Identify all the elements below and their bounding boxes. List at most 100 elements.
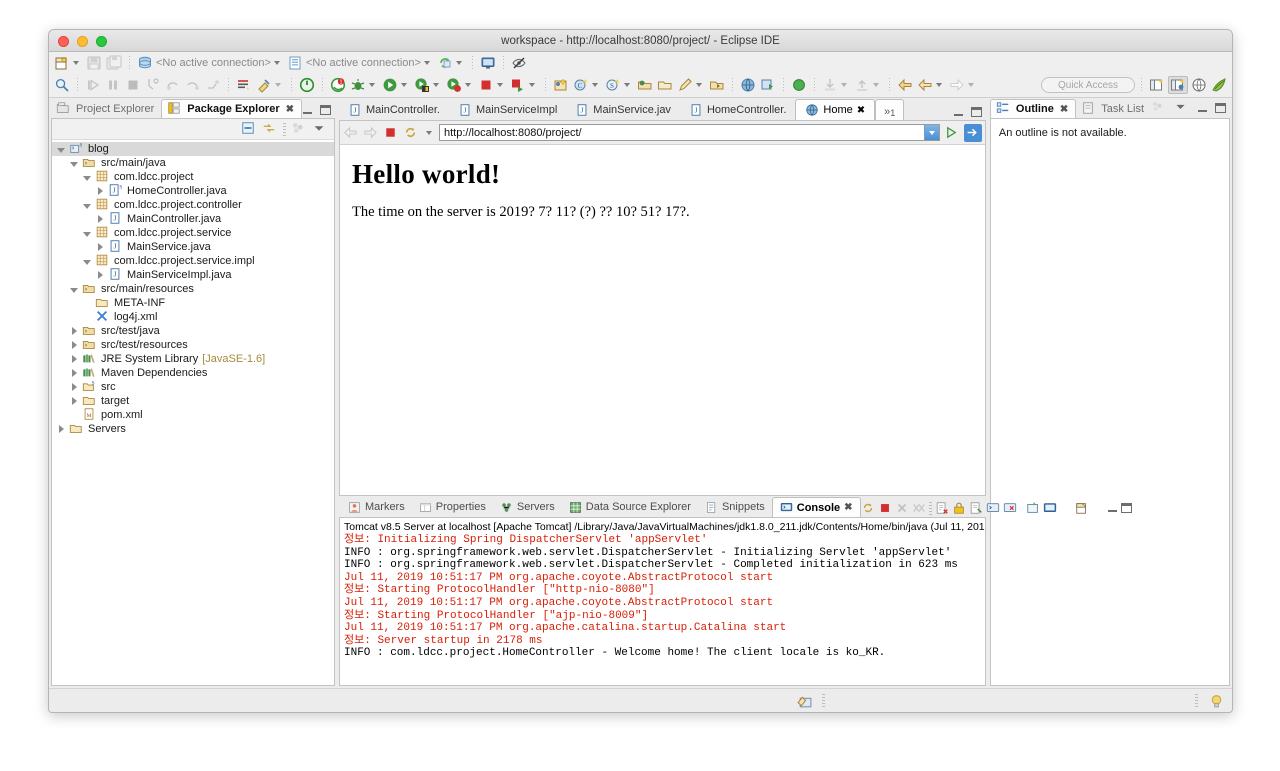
console-view-tab[interactable]: Snippets: [698, 497, 772, 517]
stop-server-icon[interactable]: [477, 76, 507, 94]
tree-item[interactable]: src/main/resources: [52, 282, 334, 296]
tree-item[interactable]: J MainServiceImpl.java: [52, 268, 334, 282]
publish-server-icon[interactable]: [509, 76, 539, 94]
editor-tabs-overflow[interactable]: » 1: [875, 99, 905, 120]
tree-item[interactable]: log4j.xml: [52, 310, 334, 324]
relaunch-icon[interactable]: [861, 501, 875, 515]
new-spring-bean-icon[interactable]: S: [604, 76, 634, 94]
console-view-tab[interactable]: Data Source Explorer: [562, 497, 698, 517]
maximize-view-icon[interactable]: [1215, 102, 1226, 114]
tip-bulb-icon[interactable]: [1208, 693, 1224, 709]
open-external-browser-icon[interactable]: [963, 123, 982, 142]
console-view-tab[interactable]: Properties: [412, 497, 493, 517]
green-status-icon[interactable]: [790, 76, 808, 94]
close-icon[interactable]: ✖: [857, 105, 865, 116]
open-web-browser-icon[interactable]: [739, 76, 757, 94]
tree-twisty-right-icon[interactable]: [56, 424, 67, 435]
view-menu-icon[interactable]: [312, 121, 328, 137]
tree-item[interactable]: target: [52, 394, 334, 408]
scroll-lock-icon[interactable]: [952, 501, 966, 515]
tree-item[interactable]: J MainController.java: [52, 212, 334, 226]
editor-tab[interactable]: J MainService.jav: [566, 99, 680, 120]
terminate-icon[interactable]: [878, 501, 892, 515]
tree-twisty-right-icon[interactable]: [69, 368, 80, 379]
run-server-icon[interactable]: [413, 76, 443, 94]
new-wizard2-icon[interactable]: [235, 76, 253, 94]
hide-icon[interactable]: [510, 54, 528, 72]
tree-item[interactable]: J MainService.java: [52, 240, 334, 254]
console-options-icon[interactable]: [1075, 501, 1089, 515]
maximize-button[interactable]: [96, 36, 107, 47]
perspective-java-ee-icon[interactable]: [1168, 76, 1188, 94]
problems-icon[interactable]: 1: [329, 76, 347, 94]
close-icon[interactable]: ✖: [1060, 104, 1068, 115]
minimize-view-icon[interactable]: [1197, 103, 1208, 114]
tree-item[interactable]: Mpom.xml: [52, 408, 334, 422]
editor-status-icon[interactable]: [796, 693, 812, 709]
back-arrow-icon[interactable]: [916, 76, 946, 94]
tab-project-explorer[interactable]: Project Explorer: [51, 99, 161, 118]
tree-item[interactable]: Ssrc: [52, 380, 334, 394]
perspective-spring-icon[interactable]: [1210, 76, 1228, 94]
open-perspective-icon[interactable]: [1148, 76, 1166, 94]
tree-twisty-right-icon[interactable]: [95, 186, 106, 197]
tree-twisty-down-icon[interactable]: [82, 172, 93, 183]
tree-twisty-down-icon[interactable]: [69, 158, 80, 169]
browser-refresh-icon[interactable]: [403, 125, 419, 141]
outline-view-tabs[interactable]: Outline ✖ Task List: [987, 98, 1232, 118]
console-view-tab[interactable]: Servers: [493, 497, 562, 517]
tree-item[interactable]: src/test/java: [52, 324, 334, 338]
package-explorer-tree[interactable]: Sblogsrc/main/javacom.ldcc.projectJSHome…: [52, 140, 334, 685]
edit-pencil-icon[interactable]: [676, 76, 706, 94]
tree-twisty-right-icon[interactable]: [95, 214, 106, 225]
minimize-button[interactable]: [77, 36, 88, 47]
refresh-connection-icon[interactable]: [436, 54, 466, 72]
editor-tab-bar[interactable]: J MainController. J MainServiceImpl J MainSer…: [337, 98, 988, 120]
maximize-console-icon[interactable]: [1120, 502, 1132, 514]
view-menu-filter-icon[interactable]: [291, 121, 307, 137]
console-view-tab[interactable]: Console ✖: [771, 497, 861, 517]
explorer-view-tabs[interactable]: Project Explorer Package Explorer ✖: [49, 98, 337, 118]
console-output[interactable]: Tomcat v8.5 Server at localhost [Apache …: [339, 517, 986, 686]
package-explorer-toolbar[interactable]: [52, 119, 334, 140]
tree-item[interactable]: META-INF: [52, 296, 334, 310]
tree-twisty-right-icon[interactable]: [69, 382, 80, 393]
browser-stop-icon[interactable]: [383, 125, 399, 141]
browser-go-icon[interactable]: [944, 125, 960, 141]
sql-file-icon[interactable]: <No active connection>: [286, 54, 434, 72]
database-connection-icon[interactable]: <No active connection>: [136, 54, 284, 72]
editor-tab[interactable]: J MainServiceImpl: [449, 99, 566, 120]
monitor-icon[interactable]: [479, 54, 497, 72]
close-icon[interactable]: ✖: [286, 104, 294, 115]
new-wizard-icon[interactable]: [53, 54, 83, 72]
tree-twisty-right-icon[interactable]: [69, 326, 80, 337]
tree-twisty-down-icon[interactable]: [82, 228, 93, 239]
tree-twisty-down-icon[interactable]: [69, 284, 80, 295]
console-tab-bar[interactable]: Markers Properties Servers Data Source Expl…: [337, 496, 1132, 517]
toolbar-row-main[interactable]: 1 C S Quick Access: [49, 73, 1232, 98]
tree-item[interactable]: com.ldcc.project.service: [52, 226, 334, 240]
editor-window-controls[interactable]: [953, 107, 988, 120]
tree-item[interactable]: src/main/java: [52, 156, 334, 170]
close-console-icon[interactable]: [1003, 501, 1017, 515]
new-class-icon[interactable]: C: [572, 76, 602, 94]
power-validate-icon[interactable]: [298, 76, 316, 94]
tree-item[interactable]: Servers: [52, 422, 334, 436]
tree-twisty-right-icon[interactable]: [95, 270, 106, 281]
tab-package-explorer[interactable]: Package Explorer ✖: [161, 99, 302, 118]
editor-tab[interactable]: J HomeController.: [680, 99, 795, 120]
new-console-view-icon[interactable]: [1043, 501, 1057, 515]
collapse-all-icon[interactable]: [241, 121, 257, 137]
window-controls[interactable]: [58, 36, 107, 47]
close-icon[interactable]: ✖: [844, 502, 852, 513]
tree-twisty-right-icon[interactable]: [69, 340, 80, 351]
view-window-controls[interactable]: [302, 105, 337, 118]
browser-toolbar[interactable]: http://localhost:8080/project/: [340, 121, 985, 145]
tree-twisty-right-icon[interactable]: [69, 396, 80, 407]
status-bar-right[interactable]: [796, 693, 1224, 709]
window-titlebar[interactable]: workspace - http://localhost:8080/projec…: [49, 30, 1232, 52]
open-folder2-icon[interactable]: [708, 76, 726, 94]
run-icon[interactable]: [381, 76, 411, 94]
search-icon[interactable]: [53, 76, 71, 94]
debug-icon[interactable]: [349, 76, 379, 94]
